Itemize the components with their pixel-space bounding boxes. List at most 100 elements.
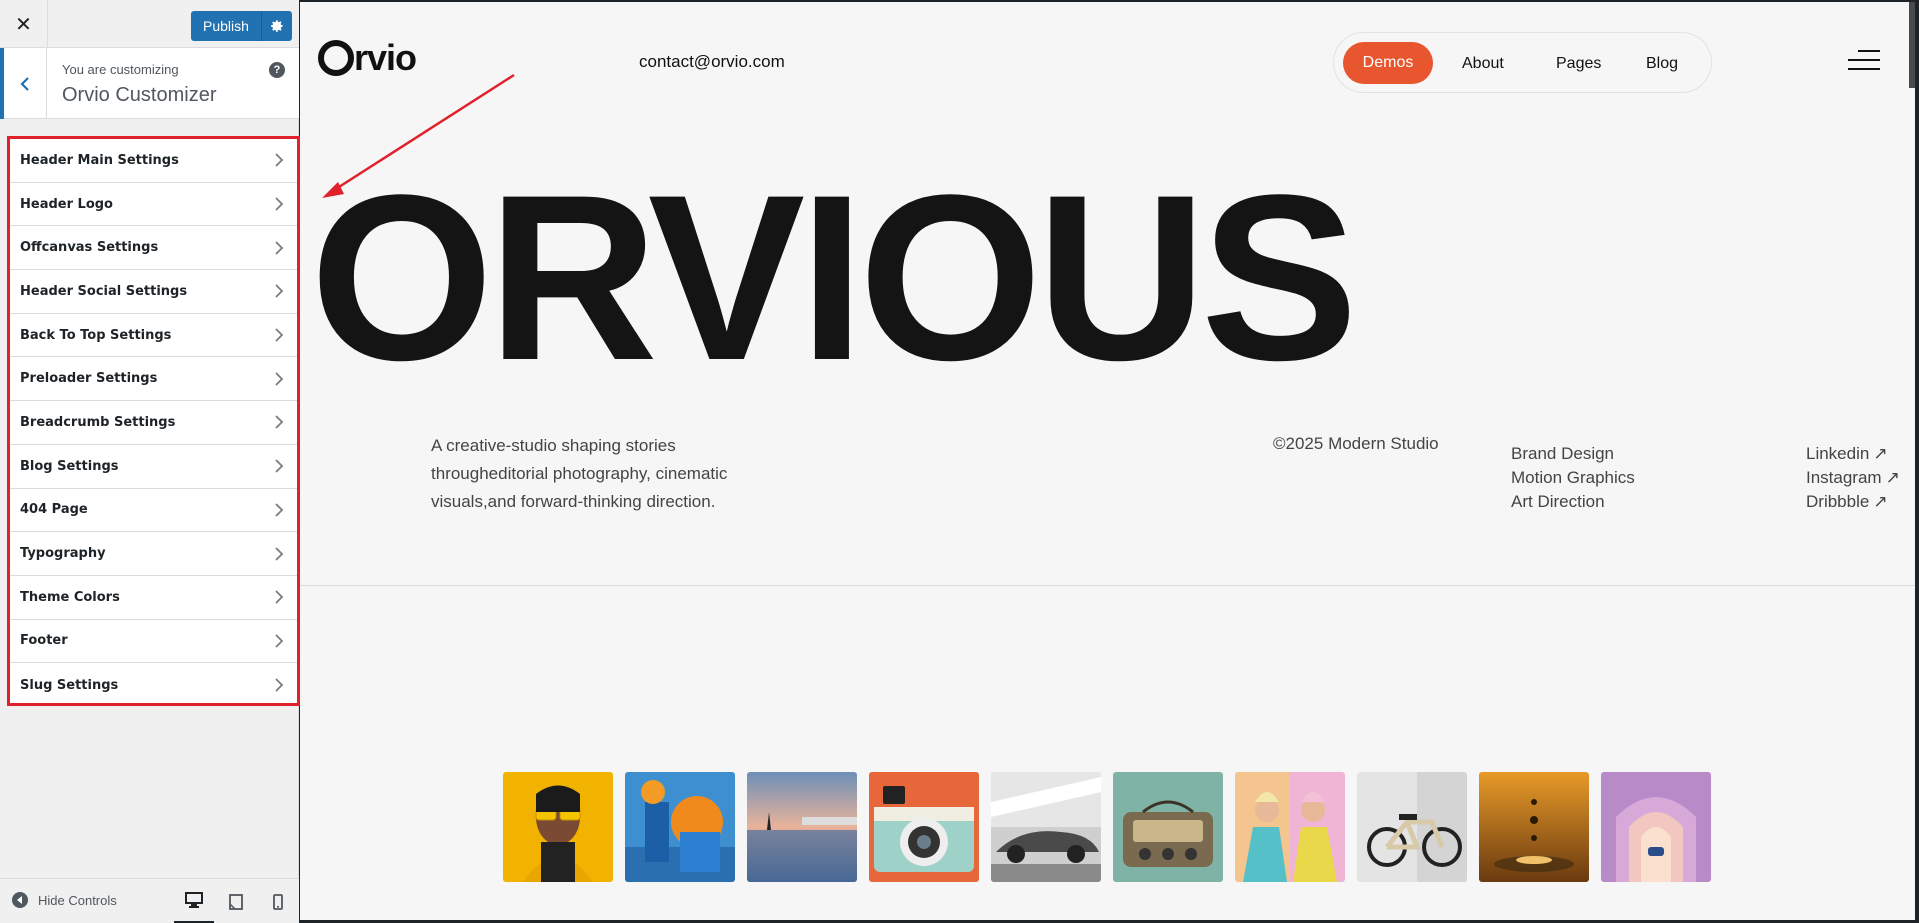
collapse-icon bbox=[12, 892, 28, 908]
panel-label: Blog Settings bbox=[20, 458, 119, 474]
panel-typography[interactable]: Typography bbox=[10, 532, 297, 576]
panel-slug-settings[interactable]: Slug Settings bbox=[10, 663, 297, 707]
arrow-up-right-icon: ↗ bbox=[1873, 444, 1888, 463]
thumbnail-water-drops-orange[interactable] bbox=[1479, 772, 1589, 882]
chevron-right-icon bbox=[275, 678, 284, 692]
close-customizer-button[interactable]: ✕ bbox=[0, 0, 48, 48]
panel-blog-settings[interactable]: Blog Settings bbox=[10, 445, 297, 489]
panel-404-page[interactable]: 404 Page bbox=[10, 489, 297, 533]
chevron-left-icon bbox=[20, 76, 29, 91]
service-item: Art Direction bbox=[1511, 492, 1605, 511]
publish-button[interactable]: Publish bbox=[191, 11, 262, 41]
panel-label: Theme Colors bbox=[20, 589, 120, 605]
nav-about[interactable]: About bbox=[1462, 33, 1504, 94]
panel-label: Back To Top Settings bbox=[20, 327, 172, 343]
arrow-up-right-icon: ↗ bbox=[1885, 468, 1900, 487]
panel-breadcrumb-settings[interactable]: Breadcrumb Settings bbox=[10, 401, 297, 445]
customizer-info: You are customizing Orvio Customizer ? bbox=[0, 48, 299, 119]
panel-label: Offcanvas Settings bbox=[20, 240, 159, 256]
service-item: Brand Design bbox=[1511, 444, 1615, 463]
hero-title: ORVIOUS bbox=[310, 146, 1358, 410]
close-icon: ✕ bbox=[15, 13, 32, 36]
hide-controls-button[interactable]: Hide Controls bbox=[12, 892, 117, 908]
customizer-title: Orvio Customizer bbox=[62, 84, 217, 106]
social-label: Linkedin bbox=[1806, 444, 1870, 463]
publish-group: Publish bbox=[191, 11, 292, 41]
social-label: Instagram bbox=[1806, 468, 1882, 487]
nav-demos[interactable]: Demos bbox=[1343, 42, 1433, 84]
preview-mobile-button[interactable] bbox=[258, 879, 298, 923]
panel-preloader-settings[interactable]: Preloader Settings bbox=[10, 357, 297, 402]
chevron-right-icon bbox=[275, 546, 284, 561]
nav-pages[interactable]: Pages bbox=[1556, 33, 1601, 94]
hamburger-menu-icon[interactable] bbox=[1848, 50, 1880, 72]
chevron-right-icon bbox=[275, 590, 284, 604]
panel-footer[interactable]: Footer bbox=[10, 620, 297, 664]
main-nav: Demos About Pages Blog bbox=[1333, 32, 1712, 93]
panel-label: 404 Page bbox=[20, 502, 88, 518]
contact-email-link[interactable]: contact@orvio.com bbox=[639, 52, 785, 72]
service-item: Motion Graphics bbox=[1511, 468, 1635, 487]
services-list: Brand Design Motion Graphics Art Directi… bbox=[1511, 442, 1635, 514]
hide-controls-label: Hide Controls bbox=[38, 892, 117, 908]
chevron-right-icon bbox=[275, 197, 284, 211]
tablet-icon bbox=[229, 893, 243, 910]
thumbnail-two-women-pastel[interactable] bbox=[1235, 772, 1345, 882]
thumbnail-vintage-radio[interactable] bbox=[1113, 772, 1223, 882]
back-button[interactable] bbox=[0, 48, 47, 119]
mobile-icon bbox=[273, 893, 283, 910]
thumbnail-vintage-car-bw[interactable] bbox=[991, 772, 1101, 882]
thumbnail-woman-yellow-glasses[interactable] bbox=[503, 772, 613, 882]
chevron-right-icon bbox=[275, 415, 284, 430]
site-logo[interactable]: rvio bbox=[318, 37, 417, 79]
chevron-right-icon bbox=[275, 153, 284, 167]
chevron-right-icon bbox=[275, 372, 284, 386]
customizer-sidebar: ✕ Publish You are customizing Orvio Cust… bbox=[0, 0, 300, 923]
thumbnail-pink-arches[interactable] bbox=[1601, 772, 1711, 882]
thumbnail-sunset-lake-pavilion[interactable] bbox=[747, 772, 857, 882]
social-links: Linkedin ↗ Instagram ↗ Dribbble ↗ bbox=[1806, 442, 1900, 514]
orvio-logo-mark-icon bbox=[318, 40, 354, 76]
chevron-right-icon bbox=[275, 328, 284, 342]
thumbnail-strip bbox=[503, 772, 1711, 882]
panel-label: Preloader Settings bbox=[20, 371, 158, 387]
social-link-instagram[interactable]: Instagram ↗ bbox=[1806, 466, 1900, 490]
panel-theme-colors[interactable]: Theme Colors bbox=[10, 576, 297, 620]
customizer-header: ✕ Publish bbox=[0, 0, 299, 48]
publish-settings-button[interactable] bbox=[261, 11, 292, 41]
panel-label: Typography bbox=[20, 546, 106, 562]
thumbnail-retro-camera[interactable] bbox=[869, 772, 979, 882]
thumbnail-white-bicycle[interactable] bbox=[1357, 772, 1467, 882]
panel-label: Slug Settings bbox=[20, 677, 119, 693]
tagline-line: visuals,and forward-thinking direction. bbox=[431, 492, 716, 511]
help-icon[interactable]: ? bbox=[269, 62, 285, 78]
section-divider bbox=[300, 585, 1915, 586]
preview-desktop-button[interactable] bbox=[174, 879, 214, 923]
panel-offcanvas-settings[interactable]: Offcanvas Settings bbox=[10, 226, 297, 271]
desktop-icon bbox=[185, 892, 203, 908]
panel-header-main-settings[interactable]: Header Main Settings bbox=[10, 139, 297, 183]
panel-label: Breadcrumb Settings bbox=[20, 414, 176, 430]
panel-header-social-settings[interactable]: Header Social Settings bbox=[10, 270, 297, 314]
customizer-footer: Hide Controls bbox=[0, 878, 299, 923]
preview-tablet-button[interactable] bbox=[216, 879, 256, 923]
chevron-right-icon bbox=[275, 284, 284, 299]
social-link-dribbble[interactable]: Dribbble ↗ bbox=[1806, 490, 1900, 514]
tagline-line: A creative-studio shaping stories bbox=[431, 436, 676, 455]
chevron-right-icon bbox=[275, 241, 284, 255]
social-link-linkedin[interactable]: Linkedin ↗ bbox=[1806, 442, 1900, 466]
hero-tagline: A creative-studio shaping stories throug… bbox=[431, 432, 771, 516]
gear-icon bbox=[270, 20, 283, 32]
logo-text: rvio bbox=[354, 37, 417, 78]
arrow-up-right-icon: ↗ bbox=[1873, 492, 1888, 511]
panel-header-logo[interactable]: Header Logo bbox=[10, 183, 297, 227]
social-label: Dribbble bbox=[1806, 492, 1870, 511]
panel-back-to-top-settings[interactable]: Back To Top Settings bbox=[10, 314, 297, 358]
chevron-right-icon bbox=[275, 459, 284, 473]
panel-label: Header Social Settings bbox=[20, 283, 188, 299]
site-preview: rvio contact@orvio.com Demos About Pages… bbox=[300, 2, 1915, 920]
panel-label: Footer bbox=[20, 633, 68, 649]
nav-blog[interactable]: Blog bbox=[1646, 33, 1678, 94]
preview-scrollbar[interactable] bbox=[1909, 2, 1915, 88]
thumbnail-blue-orange-still-life[interactable] bbox=[625, 772, 735, 882]
